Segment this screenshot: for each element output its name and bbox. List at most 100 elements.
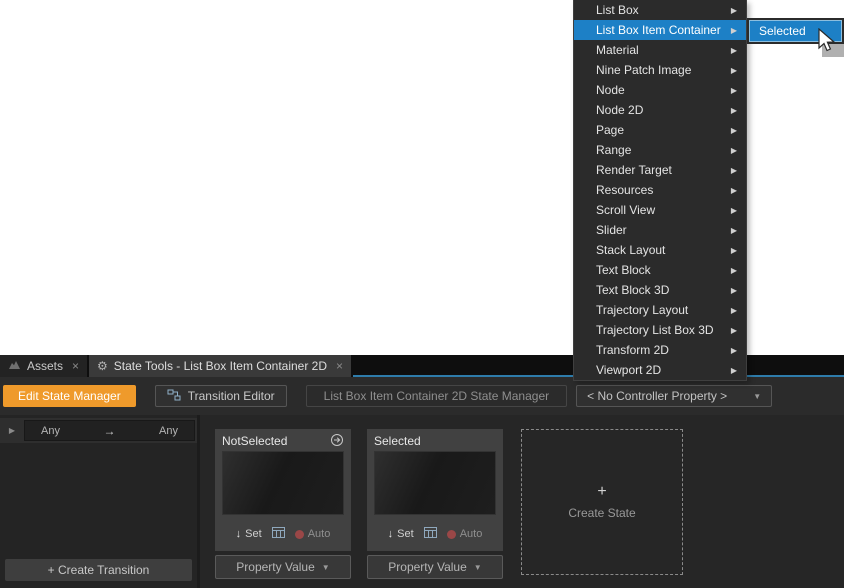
- create-state-button[interactable]: + Create State: [521, 429, 683, 575]
- tab-label: State Tools - List Box Item Container 2D: [114, 359, 327, 373]
- keyframes-icon[interactable]: [272, 525, 285, 543]
- initial-state-icon: [330, 433, 344, 450]
- transition-any-any[interactable]: Any → Any: [24, 420, 195, 441]
- submenu-arrow-icon: ▶: [731, 26, 737, 35]
- state-card-controls: ↓ Set Auto: [215, 523, 351, 545]
- submenu-arrow-icon: ▶: [731, 146, 737, 155]
- submenu-arrow-icon: ▶: [731, 186, 737, 195]
- menu-item-node[interactable]: Node▶: [574, 80, 746, 100]
- create-transition-button[interactable]: + Create Transition: [5, 559, 192, 581]
- menu-item-stack-layout[interactable]: Stack Layout▶: [574, 240, 746, 260]
- menu-item-page[interactable]: Page▶: [574, 120, 746, 140]
- menu-item-slider[interactable]: Slider▶: [574, 220, 746, 240]
- state-column-selected: Selected ↓ Set: [367, 429, 503, 579]
- state-card-notselected[interactable]: NotSelected ↓ Set: [215, 429, 351, 551]
- controller-property-value: < No Controller Property >: [587, 389, 727, 403]
- context-menu: List Box▶ List Box Item Container▶ Mater…: [573, 0, 747, 381]
- mouse-cursor: [817, 28, 836, 56]
- close-icon[interactable]: ×: [336, 359, 343, 373]
- auto-label: Auto: [308, 528, 331, 540]
- arrow-right-icon: →: [104, 424, 116, 438]
- transition-to: Any: [159, 425, 178, 437]
- transition-editor-icon: [167, 389, 181, 404]
- menu-item-node-2d[interactable]: Node 2D▶: [574, 100, 746, 120]
- transition-editor-button[interactable]: Transition Editor: [155, 385, 287, 407]
- plus-icon: +: [597, 484, 606, 500]
- submenu-arrow-icon: ▶: [731, 366, 737, 375]
- transition-editor-label: Transition Editor: [188, 389, 275, 403]
- state-manager-name: List Box Item Container 2D State Manager: [306, 385, 567, 407]
- expander-icon[interactable]: ▶: [0, 426, 24, 435]
- assets-icon: [8, 359, 21, 373]
- gear-icon: ⚙: [97, 360, 108, 372]
- submenu-arrow-icon: ▶: [731, 46, 737, 55]
- state-card-selected[interactable]: Selected ↓ Set: [367, 429, 503, 551]
- auto-record-toggle[interactable]: Auto: [447, 528, 483, 540]
- menu-item-viewport-2d[interactable]: Viewport 2D▶: [574, 360, 746, 380]
- submenu-arrow-icon: ▶: [731, 166, 737, 175]
- set-button[interactable]: ↓ Set: [236, 528, 262, 540]
- chevron-down-icon: ▼: [753, 392, 761, 401]
- submenu-arrow-icon: ▶: [731, 246, 737, 255]
- submenu-arrow-icon: ▶: [731, 306, 737, 315]
- transition-row[interactable]: ▶ Any → Any: [0, 418, 197, 443]
- record-dot-icon: [447, 530, 456, 539]
- state-preview-thumbnail[interactable]: [222, 451, 344, 515]
- state-name: Selected: [374, 434, 421, 448]
- submenu-arrow-icon: ▶: [731, 226, 737, 235]
- menu-item-trajectory-list-box-3d[interactable]: Trajectory List Box 3D▶: [574, 320, 746, 340]
- state-preview-thumbnail[interactable]: [374, 451, 496, 515]
- create-state-label: Create State: [568, 506, 635, 520]
- state-card-title: NotSelected: [215, 429, 351, 451]
- set-label: Set: [245, 528, 262, 540]
- property-value-dropdown[interactable]: Property Value ▼: [215, 555, 351, 579]
- transitions-panel: ▶ Any → Any + Create Transition: [0, 415, 200, 588]
- menu-item-material[interactable]: Material▶: [574, 40, 746, 60]
- auto-label: Auto: [460, 528, 483, 540]
- down-arrow-icon: ↓: [236, 528, 242, 540]
- property-value-dropdown[interactable]: Property Value ▼: [367, 555, 503, 579]
- auto-record-toggle[interactable]: Auto: [295, 528, 331, 540]
- submenu-arrow-icon: ▶: [731, 66, 737, 75]
- menu-item-text-block-3d[interactable]: Text Block 3D▶: [574, 280, 746, 300]
- menu-item-list-box[interactable]: List Box▶: [574, 0, 746, 20]
- tab-label: Assets: [27, 359, 63, 373]
- close-icon[interactable]: ×: [72, 359, 79, 373]
- transitions-empty-area: [0, 443, 197, 559]
- menu-item-range[interactable]: Range▶: [574, 140, 746, 160]
- menu-item-scroll-view[interactable]: Scroll View▶: [574, 200, 746, 220]
- menu-item-nine-patch-image[interactable]: Nine Patch Image▶: [574, 60, 746, 80]
- screen: Assets × ⚙ State Tools - List Box Item C…: [0, 0, 844, 588]
- keyframes-icon[interactable]: [424, 525, 437, 543]
- menu-item-transform-2d[interactable]: Transform 2D▶: [574, 340, 746, 360]
- tab-assets[interactable]: Assets ×: [0, 355, 87, 377]
- set-button[interactable]: ↓ Set: [388, 528, 414, 540]
- menu-item-text-block[interactable]: Text Block▶: [574, 260, 746, 280]
- menu-item-render-target[interactable]: Render Target▶: [574, 160, 746, 180]
- submenu-arrow-icon: ▶: [731, 266, 737, 275]
- submenu-arrow-icon: ▶: [731, 6, 737, 15]
- tab-state-tools[interactable]: ⚙ State Tools - List Box Item Container …: [89, 355, 351, 377]
- submenu-arrow-icon: ▶: [731, 206, 737, 215]
- menu-item-resources[interactable]: Resources▶: [574, 180, 746, 200]
- property-value-label: Property Value: [236, 560, 315, 574]
- submenu-arrow-icon: ▶: [731, 106, 737, 115]
- record-dot-icon: [295, 530, 304, 539]
- toolbar: Edit State Manager Transition Editor Lis…: [0, 377, 844, 415]
- state-card-title: Selected: [367, 429, 503, 451]
- set-label: Set: [397, 528, 414, 540]
- state-column-notselected: NotSelected ↓ Set: [215, 429, 351, 579]
- submenu-arrow-icon: ▶: [731, 286, 737, 295]
- submenu-arrow-icon: ▶: [731, 86, 737, 95]
- chevron-down-icon: ▼: [474, 563, 482, 572]
- down-arrow-icon: ↓: [388, 528, 394, 540]
- menu-item-trajectory-layout[interactable]: Trajectory Layout▶: [574, 300, 746, 320]
- edit-state-manager-button[interactable]: Edit State Manager: [3, 385, 136, 407]
- menu-item-list-box-item-container[interactable]: List Box Item Container▶: [574, 20, 746, 40]
- transition-from: Any: [41, 425, 60, 437]
- controller-property-dropdown[interactable]: < No Controller Property > ▼: [576, 385, 772, 407]
- property-value-label: Property Value: [388, 560, 467, 574]
- panel-content: ▶ Any → Any + Create Transition NotSelec…: [0, 415, 844, 588]
- submenu-arrow-icon: ▶: [731, 326, 737, 335]
- state-name: NotSelected: [222, 434, 287, 448]
